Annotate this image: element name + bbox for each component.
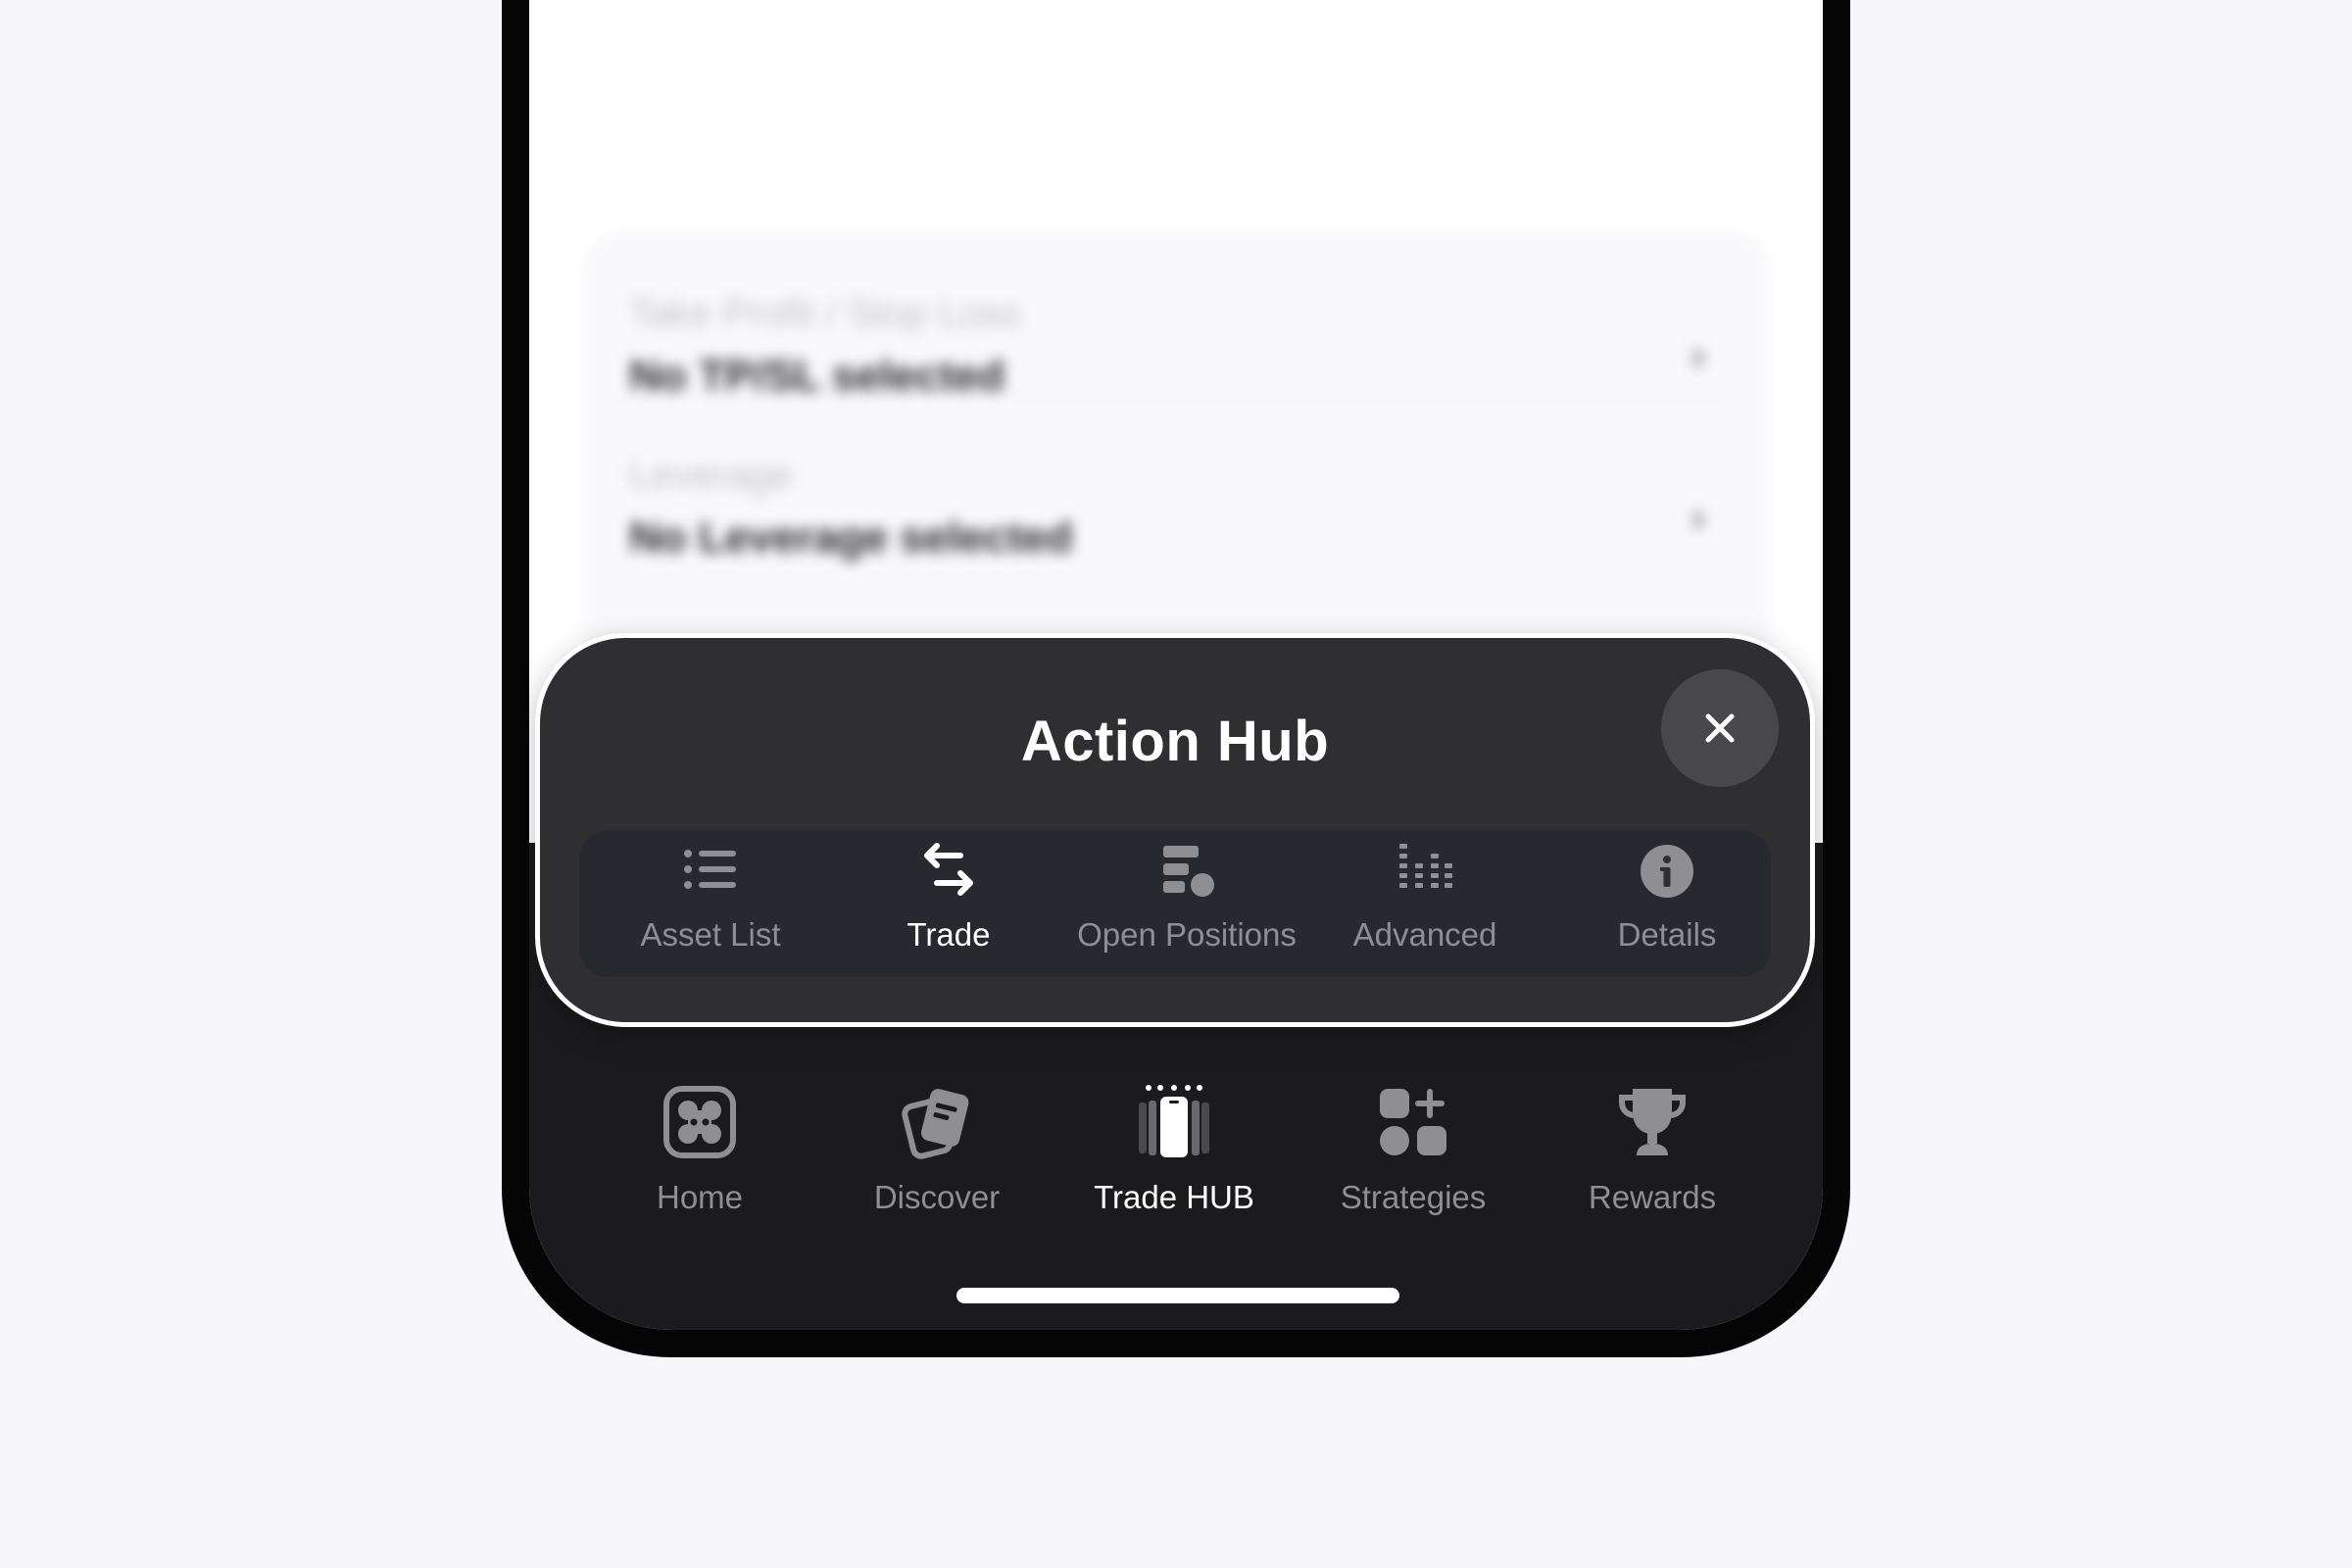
action-hub-title: Action Hub	[1020, 710, 1330, 773]
tab-open-positions[interactable]: Open Positions	[1069, 830, 1304, 977]
list-icon	[684, 850, 736, 889]
tab-asset-list[interactable]: Asset List	[593, 830, 828, 977]
nav-item-rewards[interactable]: Rewards	[1535, 1083, 1770, 1220]
home-indicator[interactable]	[956, 1288, 1399, 1303]
tab-advanced[interactable]: Advanced	[1307, 830, 1543, 977]
positions-icon	[1163, 846, 1214, 897]
action-hub-panel: Action Hub Asset List Trade Open Positio…	[535, 633, 1815, 1027]
stage: Take Profit / Stop Loss No TP/SL selecte…	[0, 0, 2352, 1568]
swap-arrows-icon	[924, 843, 973, 896]
nav-item-strategies[interactable]: Strategies	[1296, 1083, 1531, 1220]
home-icon	[663, 1086, 736, 1158]
trade-hub-icon	[1139, 1085, 1209, 1157]
discover-icon	[902, 1089, 969, 1159]
nav-item-discover[interactable]: Discover	[819, 1083, 1054, 1220]
nav-item-home[interactable]: Home	[582, 1083, 817, 1220]
leverage-value: No Leverage selected	[629, 514, 1073, 562]
action-hub-tabs: Asset List Trade Open Positions Advanced…	[579, 830, 1771, 977]
divider	[629, 392, 1725, 394]
info-icon	[1641, 845, 1693, 898]
order-book-icon	[1399, 844, 1452, 888]
take-profit-stop-loss-label: Take Profit / Stop Loss	[629, 292, 1022, 335]
nav-label: Rewards	[1588, 1179, 1717, 1215]
trophy-icon	[1619, 1089, 1686, 1155]
tab-label: Details	[1617, 916, 1717, 953]
chevron-right-icon: ›	[1690, 493, 1705, 541]
take-profit-stop-loss-row[interactable]: Take Profit / Stop Loss No TP/SL selecte…	[629, 292, 1725, 401]
tab-trade[interactable]: Trade	[831, 830, 1066, 977]
chevron-right-icon: ›	[1690, 331, 1705, 379]
leverage-label: Leverage	[629, 454, 793, 497]
close-icon	[1705, 713, 1735, 743]
close-button[interactable]	[1661, 669, 1779, 787]
strategies-icon	[1380, 1089, 1446, 1155]
nav-item-trade-hub[interactable]: Trade HUB	[1056, 1083, 1292, 1220]
tab-details[interactable]: Details	[1549, 830, 1785, 977]
leverage-row[interactable]: Leverage No Leverage selected ›	[629, 454, 1725, 563]
